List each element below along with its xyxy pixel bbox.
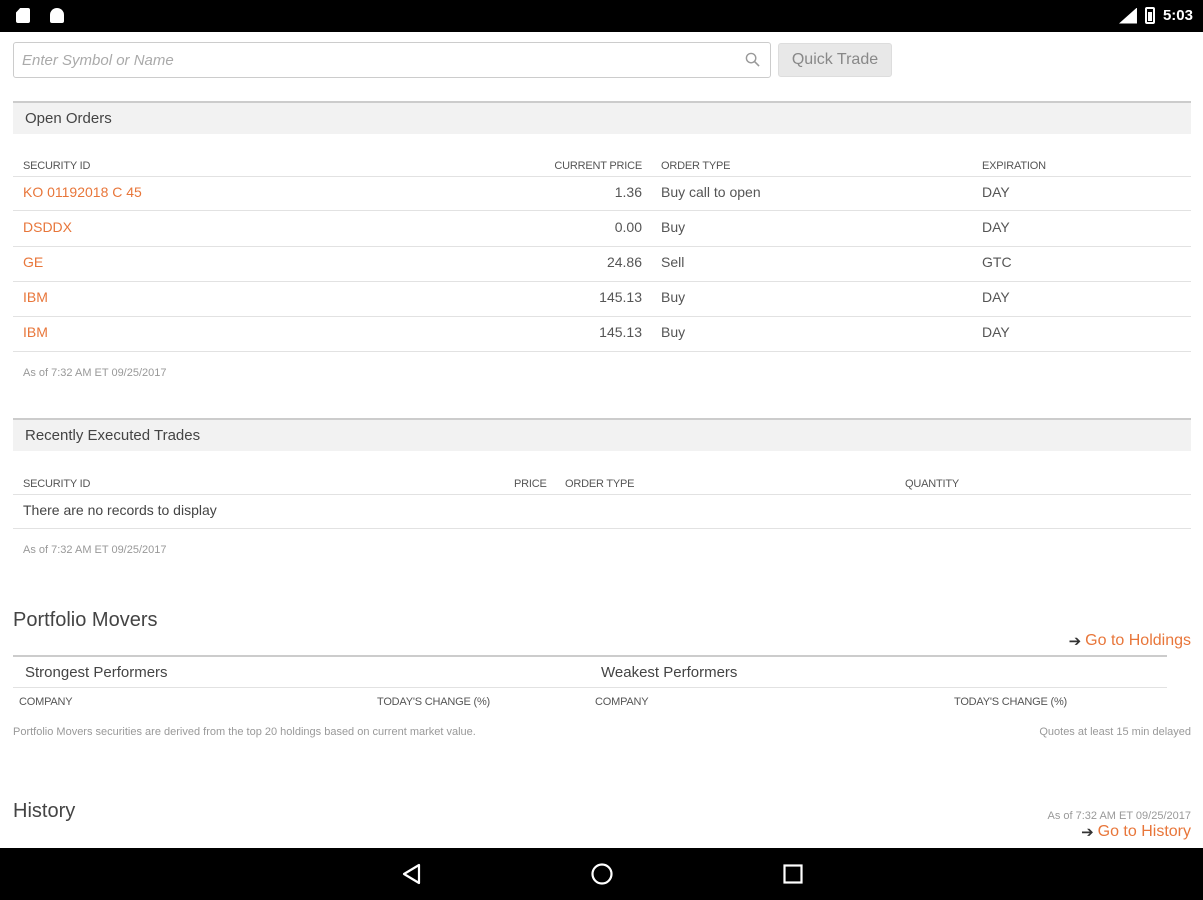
col-order-type: ORDER TYPE: [661, 160, 731, 172]
col-order-type: ORDER TYPE: [565, 478, 635, 490]
search-box[interactable]: [13, 42, 771, 78]
android-icon: [50, 8, 64, 23]
recents-icon[interactable]: [781, 862, 805, 886]
navigation-bar: [0, 848, 1203, 900]
signal-icon: [1118, 7, 1137, 24]
col-security-id: SECURITY ID: [23, 160, 91, 172]
col-current-price: CURRENT PRICE: [554, 160, 642, 172]
order-type: Buy: [661, 219, 686, 235]
recent-trades-header: Recently Executed Trades: [13, 418, 1191, 451]
order-type: Sell: [661, 254, 685, 270]
order-type: Buy: [661, 324, 686, 340]
arrow-right-icon: ➔: [1081, 824, 1094, 841]
portfolio-movers-footnote: Portfolio Movers securities are derived …: [13, 726, 476, 738]
history-title: History: [13, 800, 76, 822]
home-icon[interactable]: [590, 862, 614, 886]
expiration: GTC: [982, 254, 1012, 270]
expiration: DAY: [982, 219, 1010, 235]
order-type: Buy: [661, 289, 686, 305]
expiration: DAY: [982, 289, 1010, 305]
security-link[interactable]: IBM: [23, 289, 48, 305]
current-price: 145.13: [599, 324, 642, 340]
col-quantity: QUANTITY: [905, 478, 960, 490]
portfolio-movers-title: Portfolio Movers: [13, 609, 158, 631]
back-icon[interactable]: [400, 862, 424, 886]
security-link[interactable]: GE: [23, 254, 43, 270]
security-link[interactable]: IBM: [23, 324, 48, 340]
expiration: DAY: [982, 184, 1010, 200]
col-company: COMPANY: [19, 696, 73, 708]
status-time: 5:03: [1162, 7, 1193, 24]
arrow-right-icon: ➔: [1068, 633, 1082, 650]
order-type: Buy call to open: [661, 184, 761, 200]
open-orders-header: Open Orders: [13, 101, 1191, 134]
col-expiration: EXPIRATION: [982, 160, 1046, 172]
current-price: 0.00: [614, 219, 642, 235]
security-link[interactable]: DSDDX: [23, 219, 72, 235]
weakest-performers-header: Weakest Performers: [589, 655, 1167, 687]
col-security-id: SECURITY ID: [23, 478, 91, 490]
status-bar: 5:03: [0, 0, 1203, 32]
strongest-performers-header: Strongest Performers: [13, 655, 591, 687]
search-icon[interactable]: [745, 52, 760, 67]
security-link[interactable]: KO 01192018 C 45: [23, 184, 142, 200]
sd-card-icon: [16, 8, 30, 23]
col-price: PRICE: [514, 478, 547, 490]
quotes-delay-note: Quotes at least 15 min delayed: [1039, 726, 1191, 738]
current-price: 24.86: [606, 254, 642, 270]
history-timestamp: As of 7:32 AM ET 09/25/2017: [1047, 810, 1191, 822]
quick-trade-button[interactable]: Quick Trade: [778, 43, 892, 77]
col-todays-change: TODAY'S CHANGE (%): [954, 696, 1067, 708]
expiration: DAY: [982, 324, 1010, 340]
battery-icon: [1144, 7, 1155, 24]
open-orders-timestamp: As of 7:32 AM ET 09/25/2017: [23, 367, 167, 379]
col-company: COMPANY: [595, 696, 649, 708]
go-to-history-link[interactable]: ➔ Go to History: [1081, 823, 1191, 841]
search-input[interactable]: [14, 43, 714, 77]
current-price: 1.36: [614, 184, 642, 200]
col-todays-change: TODAY'S CHANGE (%): [377, 696, 490, 708]
current-price: 145.13: [599, 289, 642, 305]
go-to-holdings-link[interactable]: ➔ Go to Holdings: [1069, 632, 1191, 650]
recent-trades-timestamp: As of 7:32 AM ET 09/25/2017: [23, 544, 167, 556]
empty-message: There are no records to display: [23, 502, 217, 518]
